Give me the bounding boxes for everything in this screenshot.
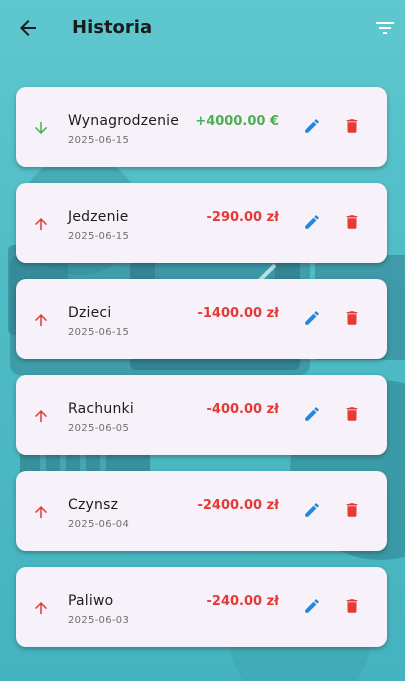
delete-icon[interactable] — [343, 501, 361, 519]
edit-icon[interactable] — [303, 597, 321, 615]
transaction-name: Wynagrodzenie — [68, 113, 180, 129]
filter-button[interactable] — [373, 16, 397, 40]
transaction-card[interactable]: Rachunki 2025-06-05 -400.00 zł — [16, 375, 387, 455]
arrow-up-icon — [35, 602, 47, 614]
transaction-date: 2025-06-15 — [68, 327, 130, 338]
transaction-card[interactable]: Paliwo 2025-06-03 -240.00 zł — [16, 567, 387, 647]
back-button[interactable] — [16, 16, 40, 40]
transaction-name: Jedzenie — [68, 209, 129, 225]
delete-icon[interactable] — [343, 405, 361, 423]
edit-icon[interactable] — [303, 309, 321, 327]
delete-icon[interactable] — [343, 597, 361, 615]
transaction-name: Rachunki — [68, 401, 134, 417]
transaction-name: Dzieci — [68, 305, 112, 321]
delete-icon[interactable] — [343, 117, 361, 135]
transaction-name: Paliwo — [68, 593, 114, 609]
edit-icon[interactable] — [303, 501, 321, 519]
arrow-back-icon — [20, 20, 36, 36]
transaction-card[interactable]: Dzieci 2025-06-15 -1400.00 zł — [16, 279, 387, 359]
transaction-date: 2025-06-04 — [68, 519, 130, 530]
page-title: Historia — [72, 17, 153, 38]
transaction-date: 2025-06-03 — [68, 615, 130, 626]
arrow-up-icon — [35, 410, 47, 422]
delete-icon[interactable] — [343, 309, 361, 327]
delete-icon[interactable] — [343, 213, 361, 231]
arrow-up-icon — [35, 506, 47, 518]
transaction-card[interactable]: Czynsz 2025-06-04 -2400.00 zł — [16, 471, 387, 551]
transaction-date: 2025-06-15 — [68, 135, 130, 146]
arrow-up-icon — [35, 218, 47, 230]
transaction-date: 2025-06-15 — [68, 231, 130, 242]
arrow-up-icon — [35, 314, 47, 326]
transaction-amount: -290.00 zł — [206, 210, 279, 225]
transaction-card[interactable]: Wynagrodzenie 2025-06-15 +4000.00 € — [16, 87, 387, 167]
transaction-amount: -1400.00 zł — [197, 306, 279, 321]
transaction-list: Wynagrodzenie 2025-06-15 +4000.00 € Jedz… — [16, 87, 387, 663]
arrow-down-icon — [35, 122, 47, 134]
transaction-amount: +4000.00 € — [195, 114, 279, 129]
transaction-date: 2025-06-05 — [68, 423, 130, 434]
transaction-amount: -400.00 zł — [206, 402, 279, 417]
filter-list-icon — [376, 22, 394, 34]
edit-icon[interactable] — [303, 213, 321, 231]
transaction-amount: -240.00 zł — [206, 594, 279, 609]
transaction-amount: -2400.00 zł — [197, 498, 279, 513]
transaction-card[interactable]: Jedzenie 2025-06-15 -290.00 zł — [16, 183, 387, 263]
transaction-name: Czynsz — [68, 497, 119, 513]
app-bar: Historia — [0, 0, 405, 58]
edit-icon[interactable] — [303, 117, 321, 135]
edit-icon[interactable] — [303, 405, 321, 423]
